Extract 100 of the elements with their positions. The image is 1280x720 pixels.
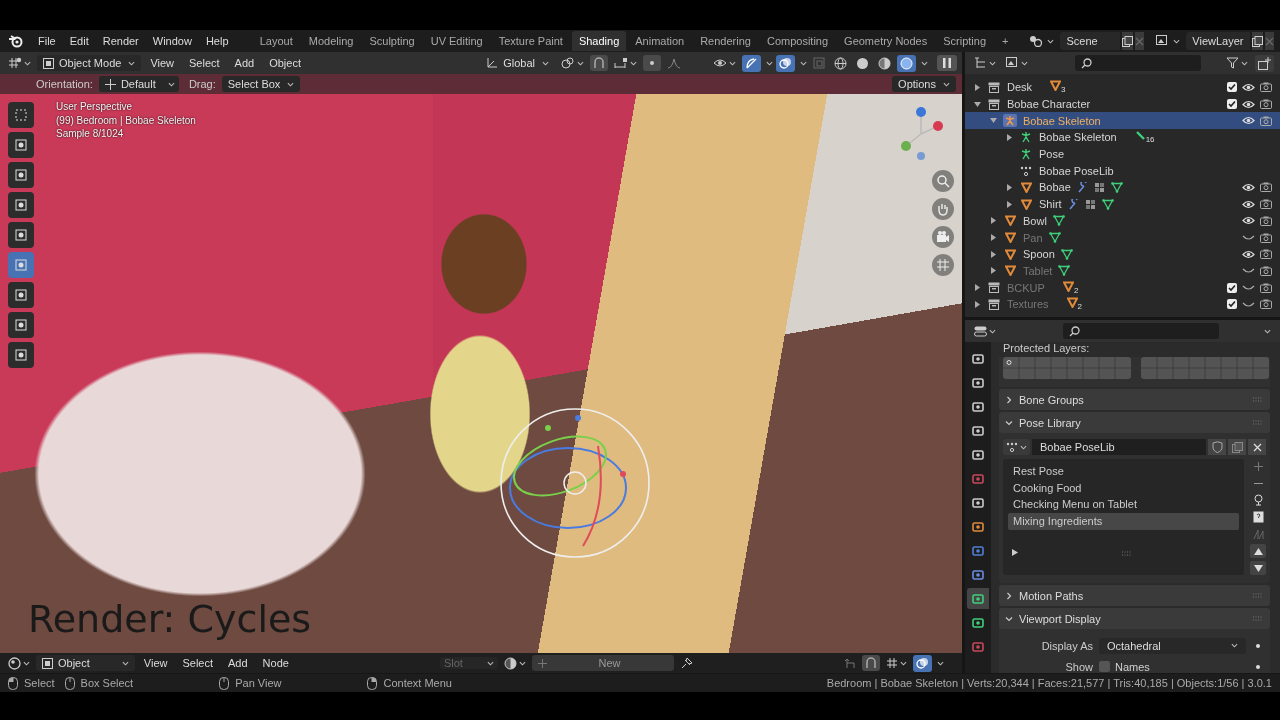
- pin-icon[interactable]: [679, 656, 693, 670]
- camera-icon[interactable]: [1259, 182, 1272, 193]
- camera-icon[interactable]: [1259, 115, 1272, 126]
- exclude-checkbox[interactable]: [1226, 299, 1237, 310]
- outliner-row[interactable]: Desk 3: [965, 79, 1280, 96]
- camera-icon[interactable]: [1259, 282, 1272, 293]
- outliner-row[interactable]: Textures 2: [965, 295, 1280, 313]
- eye-icon[interactable]: [1242, 82, 1255, 92]
- eye-icon[interactable]: [1242, 116, 1255, 126]
- workspace-tab[interactable]: Rendering: [693, 31, 758, 51]
- camera-icon[interactable]: [1259, 299, 1272, 310]
- eye-icon[interactable]: [1242, 249, 1255, 259]
- snap-button[interactable]: [862, 655, 880, 671]
- menu-item[interactable]: View: [144, 55, 181, 71]
- exclude-checkbox[interactable]: [1226, 282, 1237, 293]
- material-shading-icon[interactable]: [878, 56, 891, 70]
- outliner-row[interactable]: Bobae Skeleton: [965, 112, 1280, 130]
- menu-item[interactable]: File: [32, 33, 62, 49]
- menu-item[interactable]: Node: [256, 655, 295, 671]
- menu-item[interactable]: Select: [183, 55, 226, 71]
- drag-dropdown[interactable]: Select Box: [221, 76, 301, 92]
- outliner-row[interactable]: Pose: [965, 145, 1280, 163]
- resize-grip-icon[interactable]: [1121, 550, 1132, 556]
- zoom-icon[interactable]: [932, 170, 954, 192]
- workspace-tab[interactable]: Sculpting: [362, 31, 422, 51]
- wireframe-shading-icon[interactable]: [834, 56, 847, 70]
- collapsed-arrow-icon[interactable]: [989, 267, 997, 275]
- outliner-row[interactable]: Bobae: [965, 179, 1280, 196]
- pose-list-item[interactable]: Mixing Ingredients: [1008, 513, 1239, 530]
- panel-header[interactable]: Pose Library: [999, 412, 1270, 433]
- menu-item[interactable]: Help: [199, 33, 235, 49]
- toggle-switch-icon[interactable]: [974, 325, 987, 337]
- collapsed-arrow-icon[interactable]: [989, 217, 997, 225]
- collapsed-arrow-icon[interactable]: [1005, 133, 1013, 141]
- rendered-shading-button[interactable]: [897, 54, 916, 72]
- collapsed-arrow-icon[interactable]: [973, 300, 981, 308]
- collapsed-arrow-icon[interactable]: [1005, 200, 1013, 208]
- copy-icon[interactable]: [1251, 32, 1263, 50]
- app-logo-icon[interactable]: [8, 34, 24, 48]
- pose-list-item[interactable]: Checking Menu on Tablet: [1008, 496, 1239, 514]
- hand-icon[interactable]: [932, 198, 954, 220]
- select-box-icon[interactable]: [8, 102, 34, 128]
- snap-target-icon[interactable]: [614, 57, 628, 69]
- pose-library-name-field[interactable]: Bobae PoseLib: [1032, 439, 1206, 455]
- workspace-tab[interactable]: Geometry Nodes: [837, 31, 935, 51]
- gizmo-button[interactable]: [742, 54, 761, 72]
- outliner-row[interactable]: Bobae Skeleton 16: [965, 129, 1280, 146]
- panel-header[interactable]: Viewport Display: [999, 608, 1270, 629]
- filter-icon[interactable]: [1226, 57, 1239, 69]
- pivot-icon[interactable]: [561, 57, 575, 69]
- eye-icon[interactable]: [1242, 182, 1255, 192]
- expand-filter-icon[interactable]: [1012, 548, 1018, 556]
- workspace-tab[interactable]: Shading: [571, 31, 627, 51]
- exclude-checkbox[interactable]: [1226, 82, 1237, 93]
- new-collection-button[interactable]: [1255, 54, 1274, 72]
- outliner-row[interactable]: Bobae Character: [965, 95, 1280, 113]
- workspace-tab[interactable]: Texture Paint: [491, 31, 570, 51]
- pause-button[interactable]: [937, 55, 957, 71]
- image-icon[interactable]: [1006, 57, 1019, 69]
- add-workspace-button[interactable]: +: [995, 31, 1016, 51]
- mode-dropdown[interactable]: Object Mode: [37, 55, 142, 71]
- outliner-row[interactable]: Shirt: [965, 195, 1280, 213]
- eye-icon[interactable]: [1242, 199, 1255, 209]
- closed-eye-icon[interactable]: [1242, 283, 1255, 293]
- visibility-icon[interactable]: [713, 57, 727, 69]
- image-icon[interactable]: [1156, 35, 1170, 47]
- overlays-button[interactable]: [776, 54, 795, 72]
- proportional-edit-button[interactable]: [643, 55, 661, 71]
- pose-list-item[interactable]: Rest Pose: [1008, 463, 1239, 480]
- exclude-checkbox[interactable]: [1226, 99, 1237, 110]
- outliner-row[interactable]: Spoon: [965, 245, 1280, 263]
- outliner-row[interactable]: Bobae PoseLib: [965, 162, 1280, 180]
- menu-item[interactable]: Select: [176, 655, 220, 671]
- grid-editor-icon[interactable]: [8, 57, 22, 69]
- orientation-dropdown[interactable]: Default: [98, 76, 179, 92]
- camera-icon[interactable]: [1259, 215, 1272, 226]
- copy-icon[interactable]: [1121, 32, 1133, 50]
- orientation-dropdown[interactable]: Global: [480, 55, 555, 71]
- menu-item[interactable]: Object: [263, 55, 307, 71]
- menu-item[interactable]: Edit: [63, 33, 95, 49]
- move-down-icon[interactable]: [1250, 561, 1266, 575]
- camera-icon[interactable]: [1259, 265, 1272, 276]
- overlays-button[interactable]: [913, 654, 932, 672]
- scene-field[interactable]: Scene: [1060, 32, 1120, 50]
- workspace-tab[interactable]: Animation: [628, 31, 692, 51]
- keyframe-dot-icon[interactable]: [1256, 643, 1260, 648]
- outliner-row[interactable]: BCKUP 2: [965, 279, 1280, 296]
- close-icon[interactable]: [1248, 439, 1266, 455]
- new-material-button[interactable]: New: [531, 655, 674, 671]
- collapsed-arrow-icon[interactable]: [1005, 183, 1013, 191]
- pose-list-item[interactable]: Cooking Food: [1008, 479, 1239, 497]
- workspace-tab[interactable]: Modeling: [301, 31, 361, 51]
- collapsed-arrow-icon[interactable]: [989, 250, 997, 258]
- shield-icon[interactable]: [1208, 439, 1226, 455]
- options-dropdown[interactable]: Options: [892, 76, 956, 92]
- pose-library-browse-button[interactable]: [1003, 439, 1030, 455]
- rotate-gizmo-drawing[interactable]: [498, 406, 652, 560]
- snap-button[interactable]: [590, 55, 608, 71]
- camera-icon[interactable]: [1259, 199, 1272, 210]
- search-field[interactable]: [1075, 55, 1201, 71]
